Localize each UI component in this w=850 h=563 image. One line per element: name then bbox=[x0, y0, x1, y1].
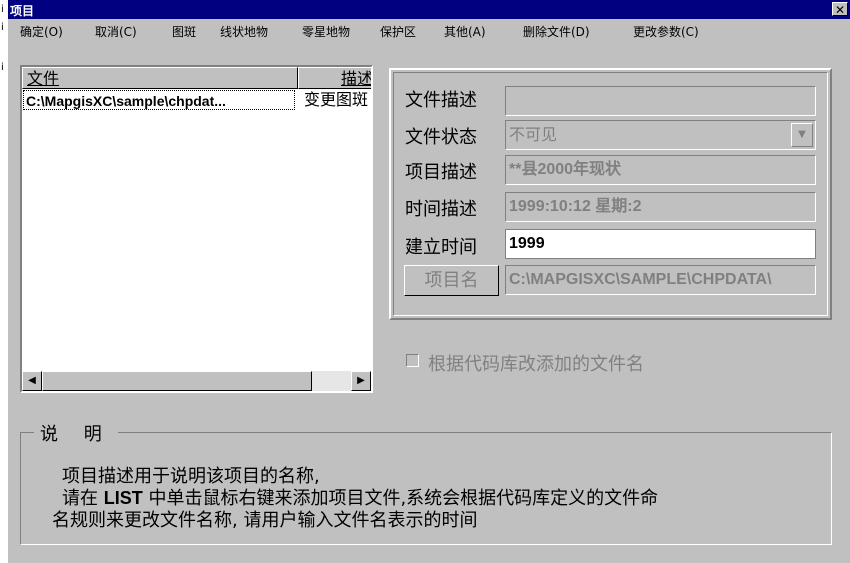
time-desc-field[interactable]: 1999:10:12 星期:2 bbox=[505, 192, 816, 222]
time-desc-label: 时间描述 bbox=[405, 199, 477, 220]
window-title: 项目 bbox=[10, 4, 35, 18]
rename-by-code-label: 根据代码库改添加的文件名 bbox=[428, 354, 644, 375]
menu-other[interactable]: 其他(A) bbox=[444, 23, 486, 40]
list-item-file: C:\MapgisXC\sample\chpdat... bbox=[23, 90, 295, 110]
menu-bar: 确定(O) 取消(C) 图斑 线状地物 零星地物 保护区 其他(A) 删除文件(… bbox=[8, 19, 850, 41]
close-button[interactable]: ✕ bbox=[832, 2, 848, 17]
horizontal-scrollbar[interactable]: ◀ ▶ bbox=[22, 371, 371, 391]
chevron-down-icon: ▼ bbox=[798, 129, 806, 140]
project-desc-field[interactable]: **县2000年现状 bbox=[505, 155, 816, 185]
left-edge-strip: i i i bbox=[0, 0, 8, 563]
file-list[interactable]: 文件 描述 C:\MapgisXC\sample\chpdat... 变更图斑 … bbox=[20, 65, 373, 393]
scroll-thumb[interactable] bbox=[42, 371, 312, 391]
project-desc-label: 项目描述 bbox=[405, 162, 477, 183]
file-status-value: 不可见 bbox=[509, 125, 558, 144]
list-item-desc: 变更图斑 bbox=[304, 90, 369, 109]
file-status-select[interactable]: 不可见 ▼ bbox=[505, 120, 816, 150]
menu-cancel[interactable]: 取消(C) bbox=[95, 23, 137, 40]
project-name-field[interactable]: C:\MAPGISXC\SAMPLE\CHPDATA\ bbox=[505, 265, 816, 295]
rename-by-code-checkbox[interactable] bbox=[406, 354, 419, 367]
file-desc-label: 文件描述 bbox=[405, 90, 477, 111]
menu-protected-area[interactable]: 保护区 bbox=[380, 23, 416, 40]
menu-delete-file[interactable]: 删除文件(D) bbox=[523, 23, 590, 40]
arrow-left-icon: ◀ bbox=[28, 375, 36, 386]
project-name-button[interactable]: 项目名 bbox=[404, 265, 499, 296]
file-status-label: 文件状态 bbox=[405, 127, 477, 148]
created-time-field[interactable]: 1999 bbox=[505, 229, 816, 259]
title-bar: 项目 ✕ bbox=[8, 0, 850, 19]
close-icon: ✕ bbox=[834, 3, 846, 17]
menu-confirm[interactable]: 确定(O) bbox=[20, 23, 63, 40]
column-header-file[interactable]: 文件 bbox=[22, 67, 298, 89]
column-header-desc[interactable]: 描述 bbox=[298, 67, 371, 89]
menu-change-params[interactable]: 更改参数(C) bbox=[633, 23, 699, 40]
menu-linear-features[interactable]: 线状地物 bbox=[220, 23, 268, 40]
menu-patch[interactable]: 图斑 bbox=[172, 23, 196, 40]
scroll-left-button[interactable]: ◀ bbox=[22, 371, 42, 391]
list-header: 文件 描述 bbox=[22, 67, 371, 89]
description-legend: 说 明 bbox=[34, 420, 118, 446]
description-line-3: 名规则来更改文件名称, 请用户输入文件名表示的时间 bbox=[52, 510, 478, 531]
scroll-right-button[interactable]: ▶ bbox=[351, 371, 371, 391]
project-dialog: i i i 项目 ✕ 确定(O) 取消(C) 图斑 线状地物 零星地物 保护区 … bbox=[0, 0, 850, 563]
dropdown-button[interactable]: ▼ bbox=[791, 123, 813, 147]
created-time-label: 建立时间 bbox=[405, 237, 477, 258]
menu-scattered-features[interactable]: 零星地物 bbox=[302, 23, 350, 40]
file-desc-field[interactable] bbox=[505, 86, 816, 116]
arrow-right-icon: ▶ bbox=[357, 375, 365, 386]
list-item[interactable]: C:\MapgisXC\sample\chpdat... 变更图斑 bbox=[22, 90, 371, 110]
